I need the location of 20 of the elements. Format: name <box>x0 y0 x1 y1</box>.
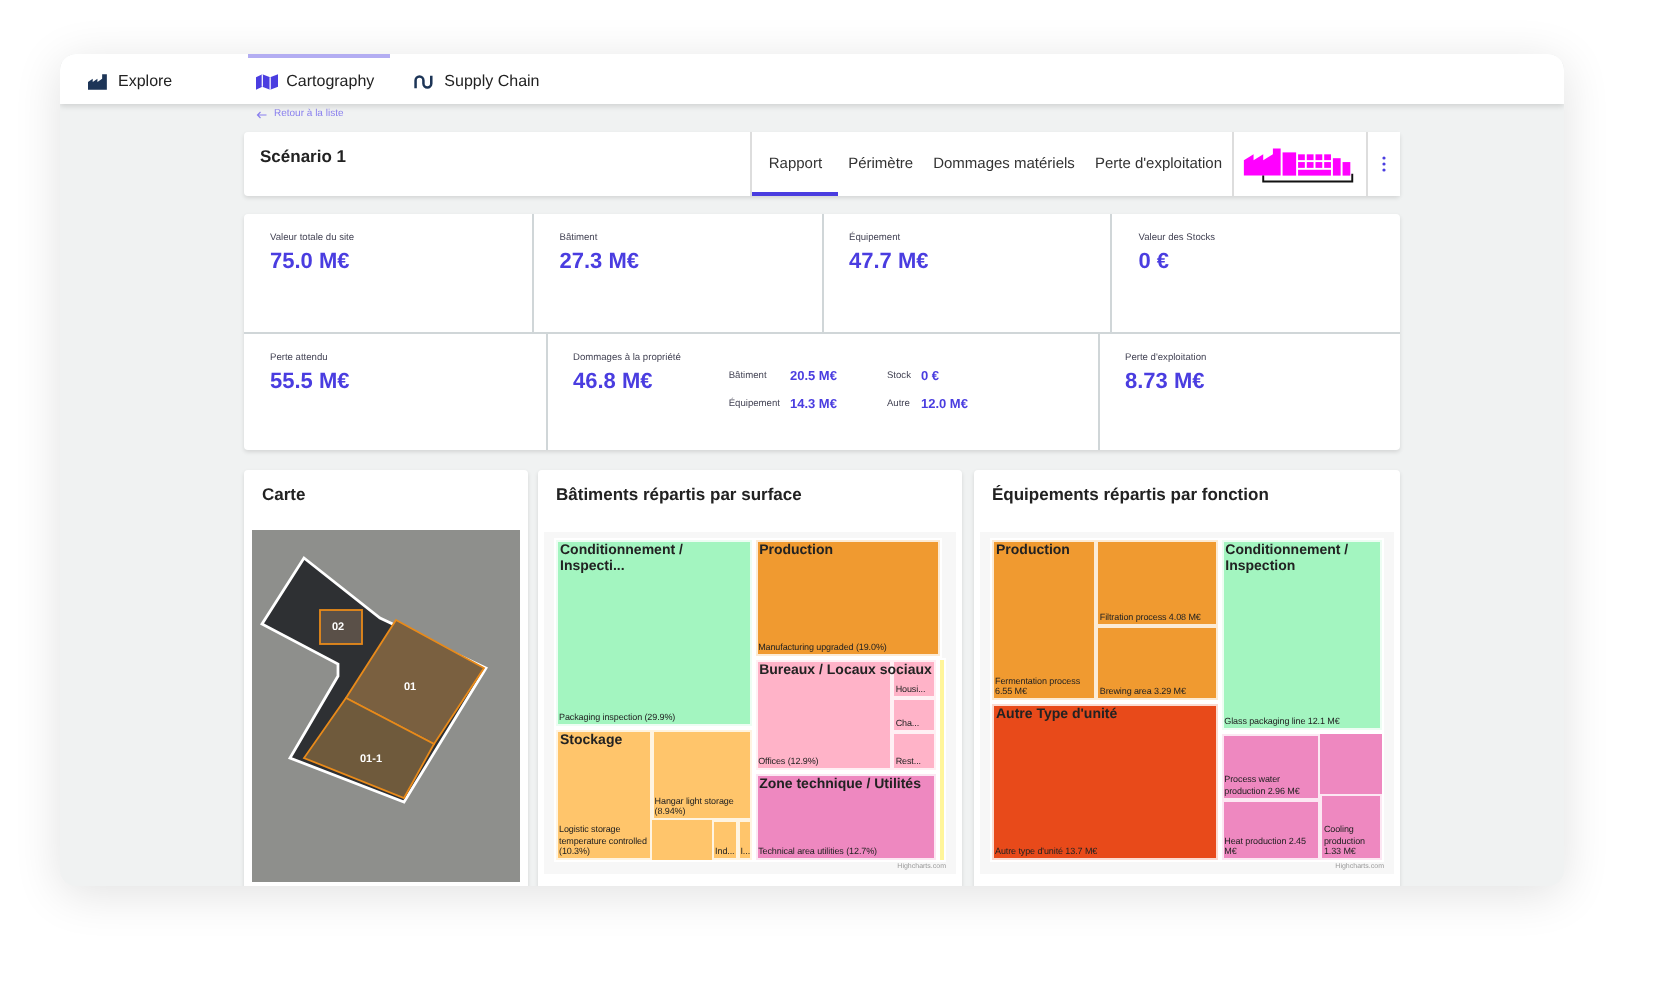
scenario-title: Scénario 1 <box>258 144 348 170</box>
more-menu-button[interactable] <box>1366 132 1400 196</box>
wave-icon <box>414 73 437 89</box>
card-title: Carte <box>260 482 308 508</box>
arrow-left-icon <box>256 109 268 119</box>
parcel-area <box>302 696 436 800</box>
nav-tab[interactable]: Cartography <box>248 54 391 104</box>
kpi-value: 47.7 M€ <box>849 250 931 274</box>
kpi-value: 8.73 M€ <box>1125 370 1207 394</box>
kpi-value: 75.0 M€ <box>270 250 352 274</box>
kpi-value: 0 € <box>1138 250 1172 274</box>
nav-tab[interactable]: Explore <box>84 54 189 104</box>
nav-tab[interactable]: Supply Chain <box>410 54 556 104</box>
card-title: Équipements répartis par fonction <box>990 482 1271 508</box>
kpi-value: 46.8 M€ <box>573 370 655 394</box>
factory-icon <box>88 73 110 89</box>
card-title: Bâtiments répartis par surface <box>554 482 804 508</box>
map-icon <box>256 73 279 89</box>
kpi-value: 27.3 M€ <box>559 250 641 274</box>
kpi-value: 55.5 M€ <box>270 370 350 394</box>
